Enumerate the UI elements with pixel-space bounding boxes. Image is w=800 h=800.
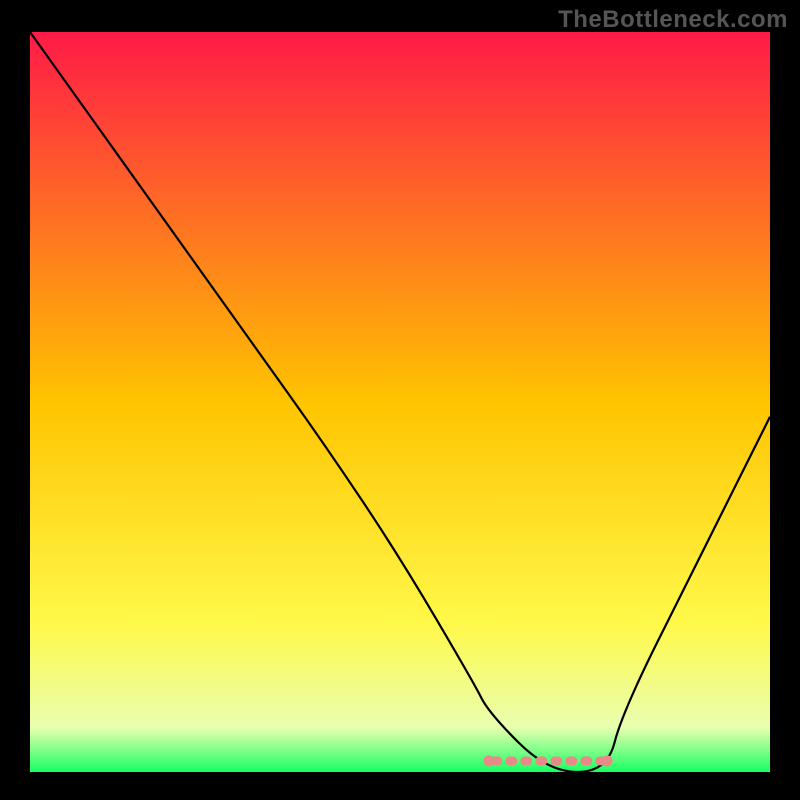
chart-frame: TheBottleneck.com bbox=[0, 0, 800, 800]
watermark-text: TheBottleneck.com bbox=[558, 6, 788, 34]
gradient-background bbox=[30, 32, 770, 772]
plot-area bbox=[30, 32, 770, 772]
bottleneck-chart bbox=[30, 32, 770, 772]
